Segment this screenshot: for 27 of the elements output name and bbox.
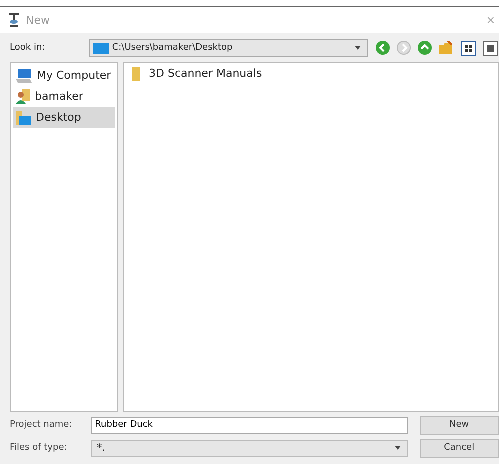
folder-icon xyxy=(132,66,140,80)
look-in-label: Look in: xyxy=(10,43,46,53)
new-folder-icon[interactable] xyxy=(439,41,454,55)
file-type-dropdown[interactable]: *. xyxy=(91,440,408,456)
back-icon[interactable] xyxy=(376,41,390,55)
project-name-field[interactable]: Rubber Duck xyxy=(91,416,408,434)
caret-icon xyxy=(394,446,401,450)
caret-icon xyxy=(355,46,361,50)
files-of-type-label: Files of type: xyxy=(10,443,68,453)
file-item[interactable]: 3D Scanner Manuals xyxy=(132,65,490,82)
sidebar-item[interactable]: Desktop xyxy=(13,107,115,128)
forward-icon[interactable] xyxy=(397,41,411,55)
sidebar-item[interactable]: My Computer xyxy=(13,65,115,86)
window-title: New xyxy=(26,14,50,26)
desktop-icon xyxy=(16,110,31,124)
new-button[interactable]: New xyxy=(420,416,499,434)
computer-icon xyxy=(16,68,32,82)
list-view-icon[interactable] xyxy=(461,40,476,56)
project-name-label: Project name: xyxy=(10,420,74,430)
sidebar-item[interactable]: bamaker xyxy=(13,86,115,107)
user-icon xyxy=(16,89,30,104)
up-icon[interactable] xyxy=(418,41,432,55)
cancel-button[interactable]: Cancel xyxy=(420,438,499,458)
look-in-dropdown[interactable]: C:\Users\bamaker\Desktop xyxy=(89,39,368,57)
desktop-icon xyxy=(93,42,110,54)
detail-view-icon[interactable] xyxy=(483,40,498,56)
app-icon xyxy=(8,13,20,27)
